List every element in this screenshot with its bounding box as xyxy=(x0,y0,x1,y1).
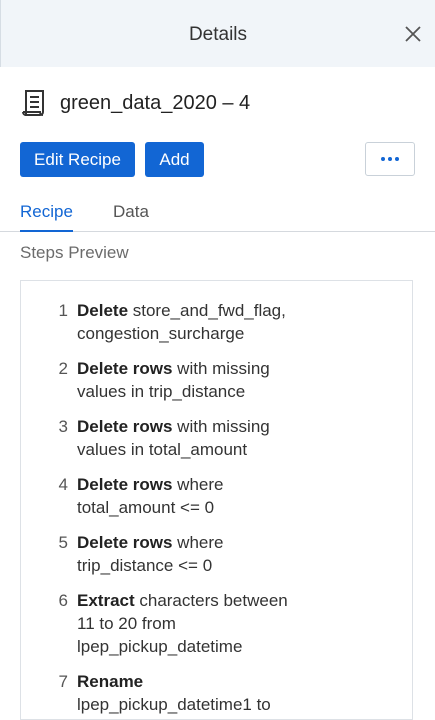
dataset-title-row: green_data_2020 – 4 xyxy=(20,86,250,120)
recipe-icon xyxy=(22,90,44,116)
add-button[interactable]: Add xyxy=(145,142,204,177)
step-number: 4 xyxy=(58,475,68,494)
tab-bar: Recipe Data xyxy=(0,196,435,232)
panel-title: Details xyxy=(188,24,248,45)
more-options-button[interactable] xyxy=(365,142,415,176)
steps-preview-heading: Steps Preview xyxy=(20,243,129,262)
recipe-step[interactable]: 7 Rename lpep_pickup_datetime1 to xyxy=(21,670,412,716)
recipe-step[interactable]: 4 Delete rows where total_amount <= 0 xyxy=(21,473,412,519)
details-header: Details xyxy=(0,0,435,67)
step-number: 2 xyxy=(58,359,68,378)
step-action: Rename xyxy=(77,672,144,691)
dataset-name: green_data_2020 – 4 xyxy=(60,91,251,114)
recipe-step[interactable]: 6 Extract characters between 11 to 20 fr… xyxy=(21,589,412,658)
recipe-step[interactable]: 5 Delete rows where trip_distance <= 0 xyxy=(21,531,412,577)
step-number: 3 xyxy=(58,417,68,436)
step-number: 5 xyxy=(58,533,68,552)
step-action: Delete rows xyxy=(77,475,173,494)
tab-recipe[interactable]: Recipe xyxy=(20,202,73,232)
step-number: 7 xyxy=(58,672,68,691)
tab-data[interactable]: Data xyxy=(113,202,149,230)
edit-recipe-button[interactable]: Edit Recipe xyxy=(20,142,135,177)
step-action: Delete rows xyxy=(77,533,173,552)
step-action: Delete xyxy=(77,301,129,320)
step-number: 6 xyxy=(58,591,68,610)
recipe-step[interactable]: 1 Delete store_and_fwd_flag, congestion_… xyxy=(21,299,412,345)
step-number: 1 xyxy=(58,301,68,320)
step-action: Delete rows xyxy=(77,359,173,378)
step-action: Delete rows xyxy=(77,417,173,436)
close-icon[interactable] xyxy=(403,24,423,44)
steps-preview-list[interactable]: 1 Delete store_and_fwd_flag, congestion_… xyxy=(20,280,413,720)
step-detail: lpep_pickup_datetime1 to xyxy=(77,695,271,714)
step-action: Extract xyxy=(77,591,135,610)
recipe-step[interactable]: 3 Delete rows with missing values in tot… xyxy=(21,415,412,461)
recipe-step[interactable]: 2 Delete rows with missing values in tri… xyxy=(21,357,412,403)
more-icon xyxy=(381,157,399,161)
